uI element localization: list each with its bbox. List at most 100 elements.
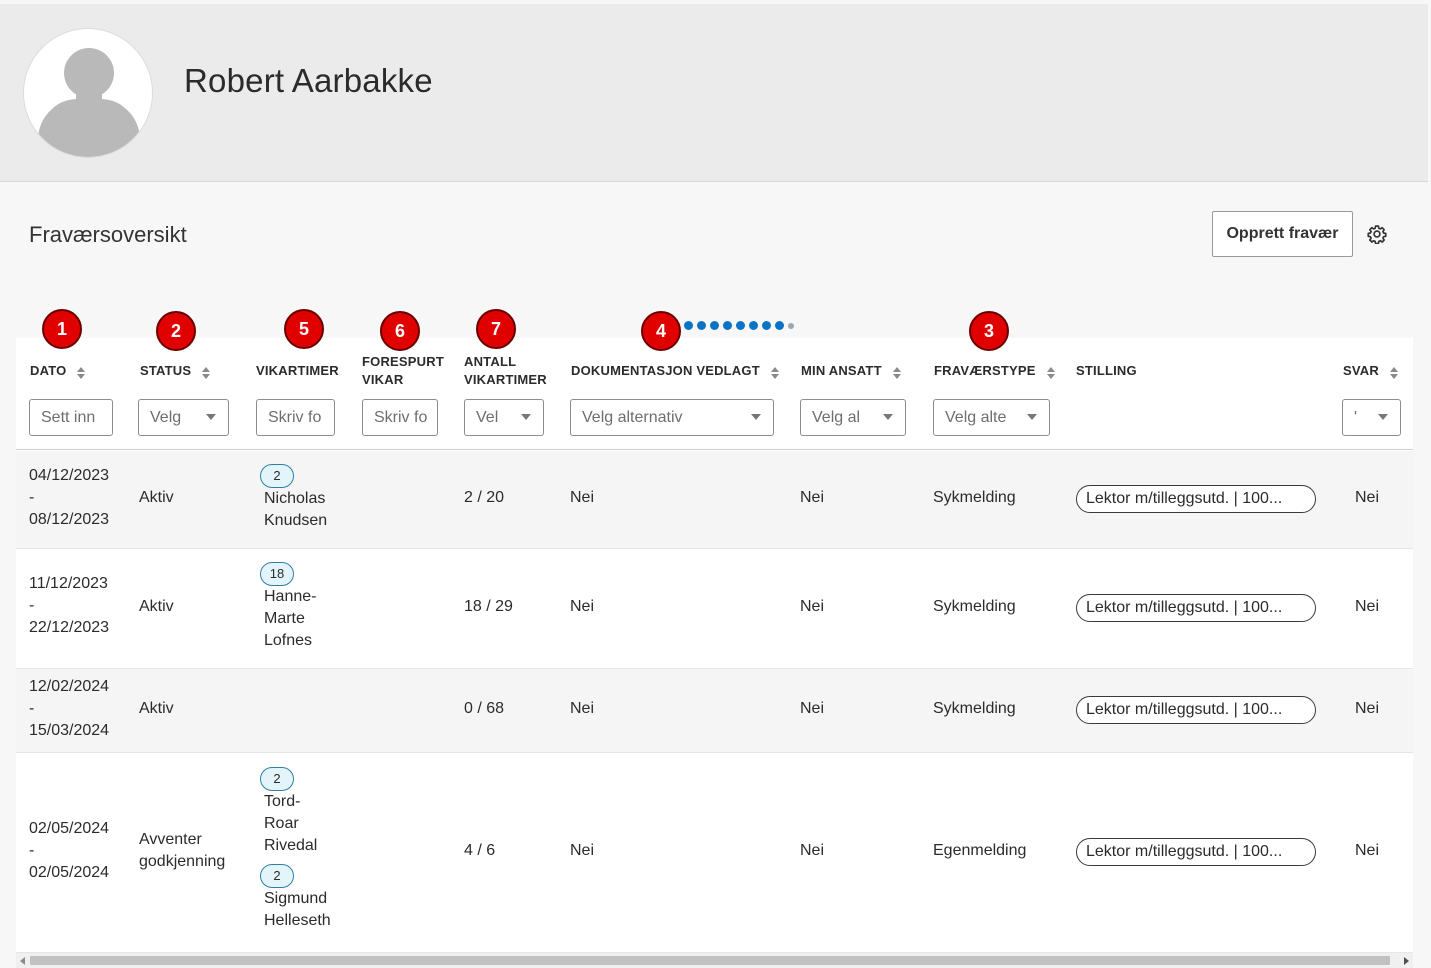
antall-filter-select[interactable]: Vel <box>464 399 544 436</box>
chevron-down-icon <box>521 414 531 420</box>
chevron-down-icon <box>883 414 893 420</box>
dokumentasjon-value: Nei <box>570 842 595 859</box>
dokumentasjon-filter-select[interactable]: Velg alternativ <box>570 399 774 436</box>
chevron-down-icon <box>1027 414 1037 420</box>
create-absence-button[interactable]: Opprett fravær <box>1212 211 1353 257</box>
svar-value: Nei <box>1355 842 1380 859</box>
column-header-vikartimer: VIKARTIMER <box>256 363 339 378</box>
dokumentasjon-value: Nei <box>570 700 595 717</box>
vikartimer-filter-input[interactable]: Skriv fo <box>256 399 335 436</box>
vikar-list: 2 Tord-Roar Rivedal 2 Sigmund Helleseth <box>260 767 340 932</box>
min-ansatt-value: Nei <box>800 598 825 615</box>
chevron-down-icon <box>751 414 761 420</box>
antall-value: 0 / 68 <box>464 700 505 717</box>
status-value: Aktiv <box>139 489 174 506</box>
antall-value: 2 / 20 <box>464 489 505 506</box>
dot <box>710 321 719 330</box>
settings-button[interactable] <box>1366 223 1388 245</box>
antall-value: 18 / 29 <box>464 598 513 615</box>
column-header-stilling: STILLING <box>1076 363 1137 378</box>
vikar-name[interactable]: Nicholas Knudsen <box>260 488 340 532</box>
vikar-name[interactable]: Tord-Roar Rivedal <box>260 791 324 857</box>
stilling-pill[interactable]: Lektor m/tilleggsutd. | 100... <box>1076 838 1316 866</box>
avatar <box>23 28 153 158</box>
hours-badge: 18 <box>260 562 294 586</box>
gear-icon <box>1367 225 1387 244</box>
vikar-name[interactable]: Hanne-Marte Lofnes <box>260 586 332 652</box>
sort-icon[interactable] <box>892 366 902 380</box>
vikar-list: 2 Nicholas Knudsen <box>260 464 340 532</box>
column-header-status[interactable]: STATUS <box>140 362 211 380</box>
column-header-fravaerstype[interactable]: FRAVÆRSTYPE <box>934 362 1056 380</box>
stilling-pill[interactable]: Lektor m/tilleggsutd. | 100... <box>1076 485 1316 513</box>
column-header-min-ansatt[interactable]: MIN ANSATT <box>801 362 902 380</box>
stilling-pill[interactable]: Lektor m/tilleggsutd. | 100... <box>1076 594 1316 622</box>
hours-badge: 2 <box>260 464 294 488</box>
loading-dots <box>684 321 794 330</box>
dot <box>723 321 732 330</box>
scroll-left-icon[interactable] <box>20 957 25 965</box>
table-row[interactable]: 02/05/2024-02/05/2024 Avventer godkjenni… <box>16 753 1413 953</box>
user-name: Robert Aarbakke <box>184 62 433 99</box>
antall-value: 4 / 6 <box>464 842 496 859</box>
sort-icon[interactable] <box>1389 366 1399 380</box>
sort-icon[interactable] <box>76 366 86 380</box>
sort-icon[interactable] <box>201 366 211 380</box>
scroll-thumb[interactable] <box>30 956 1390 965</box>
min-ansatt-filter-select[interactable]: Velg al <box>800 399 906 436</box>
annotation-marker: 2 <box>156 311 196 351</box>
fravaerstype-value: Egenmelding <box>933 842 1027 859</box>
svar-filter-select[interactable]: ' <box>1342 399 1401 436</box>
fravaerstype-value: Sykmelding <box>933 700 1016 717</box>
hours-badge: 2 <box>260 864 294 888</box>
annotation-marker: 4 <box>641 311 681 351</box>
dot <box>736 321 745 330</box>
min-ansatt-value: Nei <box>800 842 825 859</box>
table-header: DATO Sett inn STATUS Velg VIKARTIMER Skr… <box>16 338 1413 450</box>
annotation-marker: 3 <box>969 311 1009 351</box>
vikar-name[interactable]: Sigmund Helleseth <box>260 888 340 932</box>
page-title: Fraværsoversikt <box>29 222 187 247</box>
stilling-pill[interactable]: Lektor m/tilleggsutd. | 100... <box>1076 696 1316 724</box>
sort-icon[interactable] <box>770 366 780 380</box>
status-value: Aktiv <box>139 700 174 717</box>
vikar-list: 18 Hanne-Marte Lofnes <box>260 562 332 652</box>
dokumentasjon-value: Nei <box>570 598 595 615</box>
dot <box>749 321 758 330</box>
chevron-down-icon <box>1378 414 1388 420</box>
status-filter-select[interactable]: Velg <box>138 399 229 436</box>
date-range: 12/02/2024-15/03/2024 <box>29 678 110 739</box>
min-ansatt-value: Nei <box>800 700 825 717</box>
status-value: Avventer godkjenning <box>139 831 226 870</box>
annotation-marker: 6 <box>380 311 420 351</box>
column-header-svar[interactable]: SVAR <box>1343 362 1399 380</box>
horizontal-scrollbar[interactable] <box>16 953 1413 968</box>
scroll-right-icon[interactable] <box>1404 957 1409 965</box>
table-row[interactable]: 12/02/2024-15/03/2024 Aktiv 0 / 68 Nei N… <box>16 669 1413 753</box>
sort-icon[interactable] <box>1046 366 1056 380</box>
svar-value: Nei <box>1355 598 1380 615</box>
svar-value: Nei <box>1355 700 1380 717</box>
svar-value: Nei <box>1355 489 1380 506</box>
dato-filter-input[interactable]: Sett inn <box>29 399 113 436</box>
dot <box>684 321 693 330</box>
date-range: 11/12/2023-22/12/2023 <box>29 575 110 636</box>
status-value: Aktiv <box>139 598 174 615</box>
forespurt-vikar-filter-input[interactable]: Skriv fo <box>362 399 438 436</box>
annotation-marker: 1 <box>42 309 82 349</box>
annotation-marker: 7 <box>476 309 516 349</box>
table-row[interactable]: 11/12/2023-22/12/2023 Aktiv 18 Hanne-Mar… <box>16 549 1413 669</box>
column-header-dokumentasjon[interactable]: DOKUMENTASJON VEDLAGT <box>571 362 780 380</box>
dot <box>762 321 771 330</box>
dot <box>775 321 784 330</box>
chevron-down-icon <box>206 414 216 420</box>
dot <box>788 322 794 329</box>
fravaerstype-filter-select[interactable]: Velg alte <box>933 399 1050 436</box>
date-range: 02/05/2024-02/05/2024 <box>29 820 110 881</box>
absence-table: DATO Sett inn STATUS Velg VIKARTIMER Skr… <box>16 338 1413 953</box>
hours-badge: 2 <box>260 767 294 791</box>
user-silhouette-icon <box>38 48 140 157</box>
fravaerstype-value: Sykmelding <box>933 489 1016 506</box>
table-row[interactable]: 04/12/2023-08/12/2023 Aktiv 2 Nicholas K… <box>16 451 1413 549</box>
column-header-dato[interactable]: DATO <box>30 362 86 380</box>
